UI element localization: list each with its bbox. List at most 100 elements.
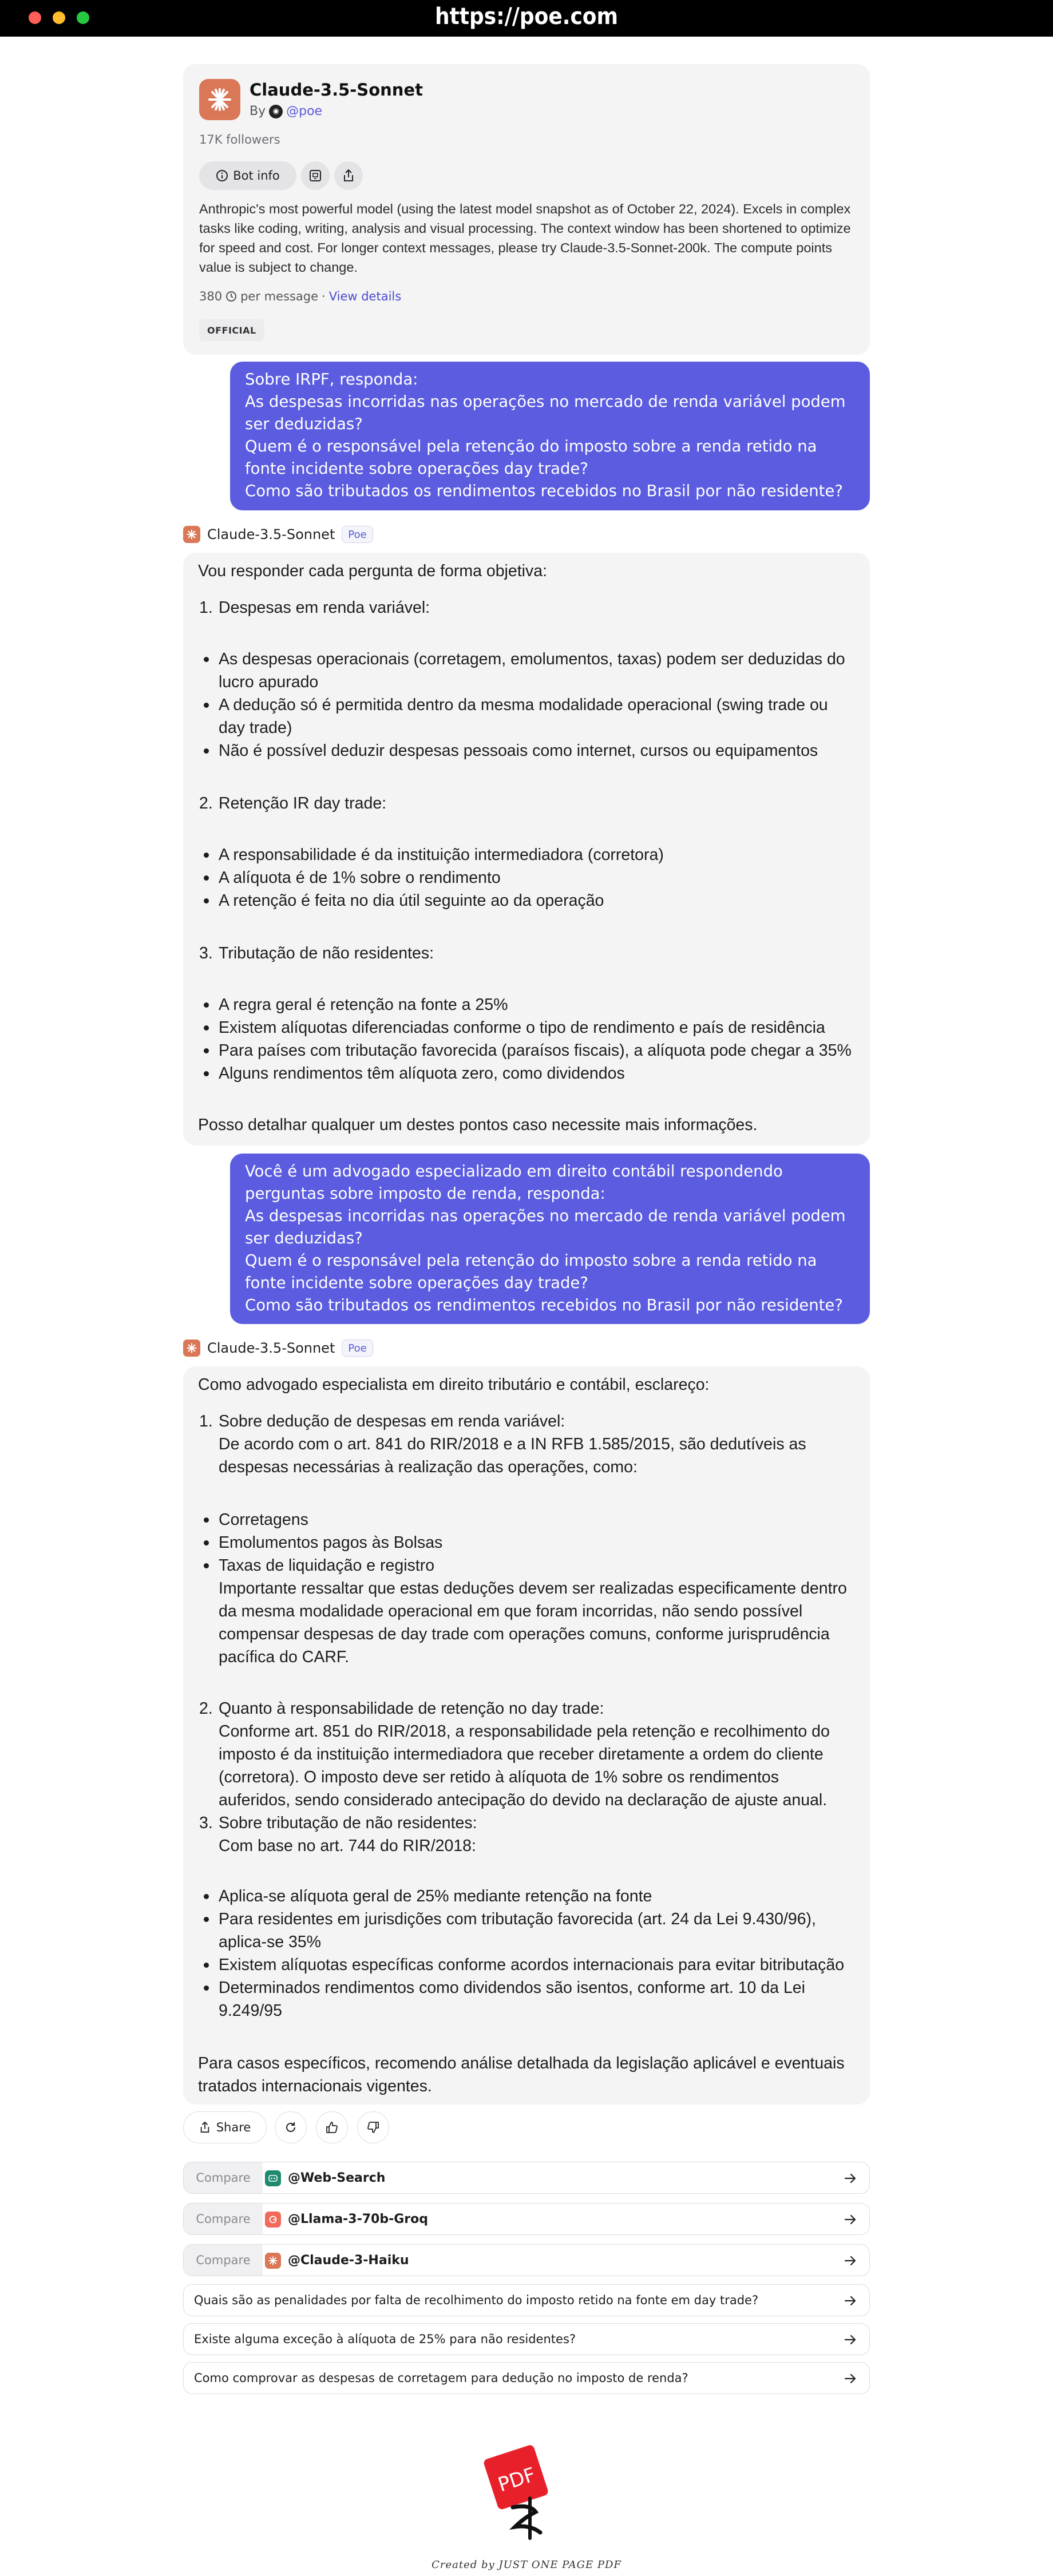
address-bar-url[interactable]: https://poe.com [0,3,1053,30]
bot2-section-3: 3. Sobre tributação de não residentes: C… [199,1812,854,1857]
compare-label: Compare [184,2245,263,2276]
suggested-question[interactable]: Existe alguma exceção à alíquota de 25% … [183,2323,870,2355]
list-item: Para países com tributação favorecida (p… [204,1039,854,1062]
list-item: Não é possível deduzir despesas pessoais… [204,739,854,762]
by-label: By [250,104,266,118]
share-icon [200,2121,209,2133]
section-title: Quanto à responsabilidade de retenção no… [219,1699,604,1718]
poe-tag: Poe [342,1339,373,1357]
section-title: Sobre dedução de despesas em renda variá… [219,1412,565,1430]
like-button[interactable] [316,2111,348,2143]
view-details-link[interactable]: View details [329,290,401,303]
web-search-icon [265,2170,281,2186]
compare-label: Compare [184,2204,263,2234]
user-message-1: Sobre IRPF, responda: As despesas incorr… [230,362,870,510]
thumbs-up-icon [326,2122,338,2133]
list-item: Existem alíquotas específicas conforme a… [204,1953,854,1976]
points-value: 380 [199,290,223,303]
refresh-icon [286,2122,295,2132]
poe-avatar-icon: ◉ [269,104,283,118]
arrow-right-icon [844,2296,856,2306]
list-item: Existem alíquotas diferenciadas conforme… [204,1016,854,1039]
browser-chrome: https://poe.com [0,0,1053,37]
compare-row-haiku[interactable]: Compare @Claude-3-Haiku [183,2244,870,2276]
compare-row-llama[interactable]: Compare @Llama-3-70b-Groq [183,2203,870,2235]
section-body: De acordo com o art. 841 do RIR/2018 e a… [219,1435,806,1476]
arrow-right-icon [844,2256,856,2266]
arrow-right-icon [844,2214,856,2225]
pdf-logo-icon: PDF [484,2445,548,2540]
bot-name: Claude-3.5-Sonnet [250,80,423,100]
dislike-button[interactable] [357,2111,389,2143]
bot1-section-title: 2. Retenção IR day trade: [199,794,387,813]
arrow-right-icon [844,2335,856,2345]
bot1-intro: Vou responder cada pergunta de forma obj… [198,562,547,580]
points-separator: · [322,290,326,303]
bot-description: Anthropic's most powerful model (using t… [199,201,851,275]
compare-bot-name: @Llama-3-70b-Groq [288,2212,429,2226]
list-item: Corretagens [204,1508,854,1531]
section-note: Importante ressaltar que estas deduções … [219,1579,847,1666]
bot-mini-avatar-icon[interactable] [183,526,200,543]
compare-bot-name: @Claude-3-Haiku [288,2253,409,2268]
footer-caption: Created by JUST ONE PAGE PDF [432,2559,621,2571]
message-line: Como são tributados os rendimentos receb… [245,482,843,500]
bot-header-name[interactable]: Claude-3.5-Sonnet [207,526,335,542]
info-icon [216,170,228,181]
bot-creator: By ◉ @poe [250,104,322,118]
share-bot-button[interactable] [334,161,363,190]
suggested-question[interactable]: Como comprovar as despesas de corretagem… [183,2362,870,2394]
suggested-question[interactable]: Quais são as penalidades por falta de re… [183,2284,870,2316]
share-button[interactable]: Share [183,2111,267,2143]
bot-message-2: Como advogado especialista em direito tr… [183,1366,870,2105]
bot1-section-title: 1. Despesas em renda variável: [199,599,430,617]
user-message-2: Você é um advogado especializado em dire… [230,1154,870,1324]
bot-info-label: Bot info [233,169,280,183]
anthropic-burst-icon [208,88,231,111]
section-body: Com base no art. 744 do RIR/2018: [219,1837,476,1855]
message-line: Quem é o responsável pela retenção do im… [245,1251,822,1292]
list-item: Taxas de liquidação e registro [204,1554,854,1577]
creator-handle-link[interactable]: @poe [286,104,322,118]
list-item: A alíquota é de 1% sobre o rendimento [204,866,854,889]
list-item: A regra geral é retenção na fonte a 25% [204,993,854,1016]
claude-haiku-icon [265,2253,281,2269]
list-item: Determinados rendimentos como dividendos… [204,1976,854,2022]
bot-message-header-1: Claude-3.5-Sonnet Poe [183,523,373,546]
message-line: As despesas incorridas nas operações no … [245,1207,851,1247]
bot-avatar[interactable] [199,79,240,120]
list-item: Para residentes em jurisdições com tribu… [204,1908,854,1953]
compare-bot-name: @Web-Search [288,2170,386,2185]
suggestion-text: Quais são as penalidades por falta de re… [194,2293,759,2307]
message-line: As despesas incorridas nas operações no … [245,393,851,433]
message-line: Sobre IRPF, responda: [245,370,418,389]
llama-groq-icon [265,2212,281,2228]
bot-mini-avatar-icon[interactable] [183,1339,200,1357]
section-body: Conforme art. 851 do RIR/2018, a respons… [219,1722,830,1809]
retry-button[interactable] [275,2111,307,2143]
list-item: As despesas operacionais (corretagem, em… [204,648,854,693]
bot2-intro: Como advogado especialista em direito tr… [198,1376,710,1394]
thumbs-down-icon [367,2122,379,2133]
compare-label: Compare [184,2162,263,2193]
list-item: A responsabilidade é da instituição inte… [204,843,854,866]
list-item: A dedução só é permitida dentro da mesma… [204,693,854,739]
bot-message-header-2: Claude-3.5-Sonnet Poe [183,1337,373,1360]
bot-info-button[interactable]: Bot info [199,161,296,190]
arrow-right-icon [844,2173,856,2183]
list-item: A retenção é feita no dia útil seguinte … [204,889,854,912]
bot1-section-title: 3. Tributação de não residentes: [199,944,434,962]
bot-header-name[interactable]: Claude-3.5-Sonnet [207,1340,335,1356]
section-title: Sobre tributação de não residentes: [219,1814,477,1832]
share-label: Share [216,2121,251,2134]
list-item: Aplica-se alíquota geral de 25% mediante… [204,1885,854,1908]
poe-tag: Poe [342,526,373,543]
points-icon [226,291,237,302]
suggestion-text: Como comprovar as despesas de corretagem… [194,2371,688,2385]
new-chat-button[interactable] [301,161,330,190]
message-line: Você é um advogado especializado em dire… [245,1162,788,1203]
points-suffix: per message [240,290,319,303]
message-line: Como são tributados os rendimentos receb… [245,1296,843,1314]
compare-row-web-search[interactable]: Compare @Web-Search [183,2162,870,2194]
share-icon [344,169,353,181]
